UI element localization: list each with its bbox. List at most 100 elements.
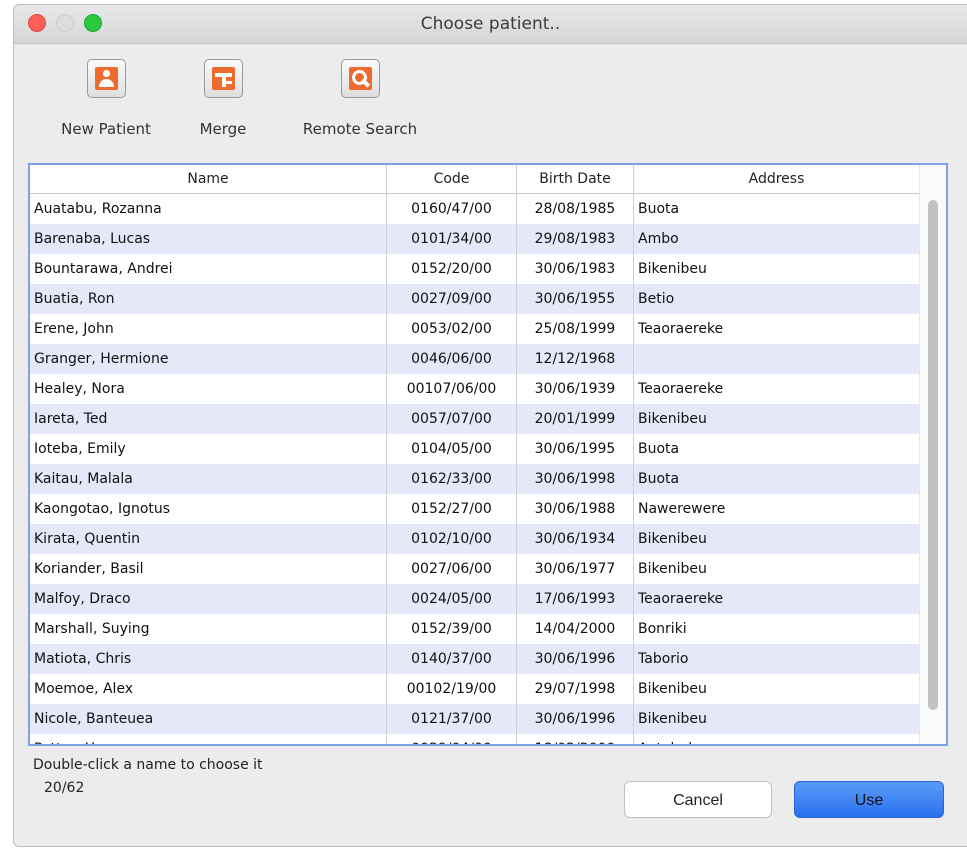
table-row[interactable]: Nicole, Banteuea 0121/37/00 30/06/1996 Bike… bbox=[30, 704, 920, 734]
new-patient-button[interactable]: New Patient bbox=[56, 59, 156, 138]
cell-name: Potter, Harry bbox=[30, 734, 387, 744]
cell-address bbox=[634, 344, 920, 374]
cell-code: 0046/06/00 bbox=[387, 344, 517, 374]
cell-address: Teaoraereke bbox=[634, 584, 920, 614]
cell-address: Teaoraereke bbox=[634, 314, 920, 344]
cell-birth-date: 18/02/2000 bbox=[517, 734, 634, 744]
table-row[interactable]: Iareta, Ted 0057/07/00 20/01/1999 Bikenibeu bbox=[30, 404, 920, 434]
cell-address: Buota bbox=[634, 434, 920, 464]
cell-birth-date: 29/07/1998 bbox=[517, 674, 634, 704]
cell-name: Kirata, Quentin bbox=[30, 524, 387, 554]
column-header-address[interactable]: Address bbox=[634, 165, 920, 193]
cell-address: Bikenibeu bbox=[634, 524, 920, 554]
cell-name: Moemoe, Alex bbox=[30, 674, 387, 704]
cell-code: 0027/09/00 bbox=[387, 284, 517, 314]
table-row[interactable]: Potter, Harry0029/04/0018/02/2000Antebuk… bbox=[30, 734, 920, 744]
cell-address: Bikenibeu bbox=[634, 254, 920, 284]
cell-code: 0162/33/00 bbox=[387, 464, 517, 494]
table-row[interactable]: Auatabu, Rozanna 0160/47/00 28/08/1985 Buot… bbox=[30, 194, 920, 224]
cell-birth-date: 30/06/1996 bbox=[517, 704, 634, 734]
cell-address: Bikenibeu bbox=[634, 674, 920, 704]
table-row[interactable]: Ioteba, Emily 0104/05/00 30/06/1995 Buota bbox=[30, 434, 920, 464]
scrollbar-thumb[interactable] bbox=[928, 200, 938, 710]
cell-address: Bonriki bbox=[634, 614, 920, 644]
cell-name: Koriander, Basil bbox=[30, 554, 387, 584]
instruction-text: Double-click a name to choose it bbox=[33, 757, 263, 773]
table-row[interactable]: Matiota, Chris 0140/37/00 30/06/1996 Tabori… bbox=[30, 644, 920, 674]
cell-code: 0140/37/00 bbox=[387, 644, 517, 674]
table-row[interactable]: Marshall, Suying 0152/39/00 14/04/2000 Bonr… bbox=[30, 614, 920, 644]
cell-birth-date: 30/06/1977 bbox=[517, 554, 634, 584]
table-row[interactable]: Moemoe, Alex 00102/19/00 29/07/1998 Bikenib… bbox=[30, 674, 920, 704]
remote-search-button[interactable]: Remote Search bbox=[296, 59, 424, 138]
cell-birth-date: 17/06/1993 bbox=[517, 584, 634, 614]
cell-birth-date: 25/08/1999 bbox=[517, 314, 634, 344]
cell-birth-date: 30/06/1988 bbox=[517, 494, 634, 524]
table-row[interactable]: Erene, John 0053/02/00 25/08/1999 Teaoraere… bbox=[30, 314, 920, 344]
cell-name: Kaongotao, Ignotus bbox=[30, 494, 387, 524]
cell-name: Healey, Nora bbox=[30, 374, 387, 404]
table-row[interactable]: Barenaba, Lucas 0101/34/00 29/08/1983 Ambo bbox=[30, 224, 920, 254]
merge-button[interactable]: Merge bbox=[193, 59, 253, 138]
window-title: Choose patient.. bbox=[420, 14, 561, 34]
cell-birth-date: 30/06/1934 bbox=[517, 524, 634, 554]
cell-birth-date: 20/01/1999 bbox=[517, 404, 634, 434]
cell-name: Matiota, Chris bbox=[30, 644, 387, 674]
cell-name: Buatia, Ron bbox=[30, 284, 387, 314]
column-header-code[interactable]: Code bbox=[387, 165, 517, 193]
cell-code: 0053/02/00 bbox=[387, 314, 517, 344]
cell-birth-date: 12/12/1968 bbox=[517, 344, 634, 374]
cell-name: Malfoy, Draco bbox=[30, 584, 387, 614]
patient-table[interactable]: Name Code Birth Date Address Auatabu, Ro… bbox=[28, 163, 948, 746]
column-header-birth-date[interactable]: Birth Date bbox=[517, 165, 634, 193]
cell-address: Teaoraereke bbox=[634, 374, 920, 404]
cell-code: 0027/06/00 bbox=[387, 554, 517, 584]
cell-name: Erene, John bbox=[30, 314, 387, 344]
cell-birth-date: 29/08/1983 bbox=[517, 224, 634, 254]
choose-patient-dialog: Choose patient.. New Patient Merge Remot… bbox=[13, 4, 967, 847]
table-row[interactable]: Kirata, Quentin 0102/10/00 30/06/1934 Biken… bbox=[30, 524, 920, 554]
cell-birth-date: 30/06/1995 bbox=[517, 434, 634, 464]
cell-address: Buota bbox=[634, 194, 920, 224]
cancel-button[interactable]: Cancel bbox=[624, 781, 772, 818]
table-row[interactable]: Granger, Hermione 0046/06/00 12/12/1968 bbox=[30, 344, 920, 374]
table-row[interactable]: Kaitau, Malala 0162/33/00 30/06/1998 Buota bbox=[30, 464, 920, 494]
cell-address: Buota bbox=[634, 464, 920, 494]
title-bar: Choose patient.. bbox=[14, 5, 967, 44]
cell-name: Kaitau, Malala bbox=[30, 464, 387, 494]
new-patient-icon[interactable] bbox=[86, 59, 126, 98]
cell-code: 00102/19/00 bbox=[387, 674, 517, 704]
cell-address: Ambo bbox=[634, 224, 920, 254]
cell-code: 0152/27/00 bbox=[387, 494, 517, 524]
cell-code: 0102/10/00 bbox=[387, 524, 517, 554]
cell-code: 0160/47/00 bbox=[387, 194, 517, 224]
cell-code: 0101/34/00 bbox=[387, 224, 517, 254]
cell-name: Auatabu, Rozanna bbox=[30, 194, 387, 224]
cell-address: Nawerewere bbox=[634, 494, 920, 524]
cell-code: 0024/05/00 bbox=[387, 584, 517, 614]
table-row[interactable]: Buatia, Ron 0027/09/00 30/06/1955 Betio bbox=[30, 284, 920, 314]
cell-code: 0029/04/00 bbox=[387, 734, 517, 744]
table-row[interactable]: Kaongotao, Ignotus 0152/27/00 30/06/1988 Na… bbox=[30, 494, 920, 524]
cell-name: Ioteba, Emily bbox=[30, 434, 387, 464]
cell-code: 0121/37/00 bbox=[387, 704, 517, 734]
record-count: 20/62 bbox=[44, 780, 85, 796]
column-header-name[interactable]: Name bbox=[30, 165, 387, 193]
table-body: Auatabu, Rozanna 0160/47/00 28/08/1985 Buot… bbox=[30, 194, 920, 744]
cell-name: Barenaba, Lucas bbox=[30, 224, 387, 254]
use-button[interactable]: Use bbox=[794, 781, 944, 818]
table-row[interactable]: Malfoy, Draco 0024/05/00 17/06/1993 Teaorae… bbox=[30, 584, 920, 614]
cell-name: Nicole, Banteuea bbox=[30, 704, 387, 734]
table-row[interactable]: Healey, Nora 00107/06/00 30/06/1939 Teaorae… bbox=[30, 374, 920, 404]
cell-code: 00107/06/00 bbox=[387, 374, 517, 404]
merge-label: Merge bbox=[199, 120, 247, 138]
cell-address: Antebuka bbox=[634, 734, 920, 744]
vertical-scrollbar[interactable] bbox=[919, 165, 946, 744]
remote-search-icon[interactable] bbox=[340, 59, 380, 98]
merge-icon[interactable] bbox=[203, 59, 243, 98]
cell-name: Iareta, Ted bbox=[30, 404, 387, 434]
cell-code: 0152/39/00 bbox=[387, 614, 517, 644]
table-row[interactable]: Koriander, Basil 0027/06/00 30/06/1977 Bike… bbox=[30, 554, 920, 584]
table-row[interactable]: Bountarawa, Andrei 0152/20/00 30/06/1983 Bi… bbox=[30, 254, 920, 284]
cell-birth-date: 28/08/1985 bbox=[517, 194, 634, 224]
